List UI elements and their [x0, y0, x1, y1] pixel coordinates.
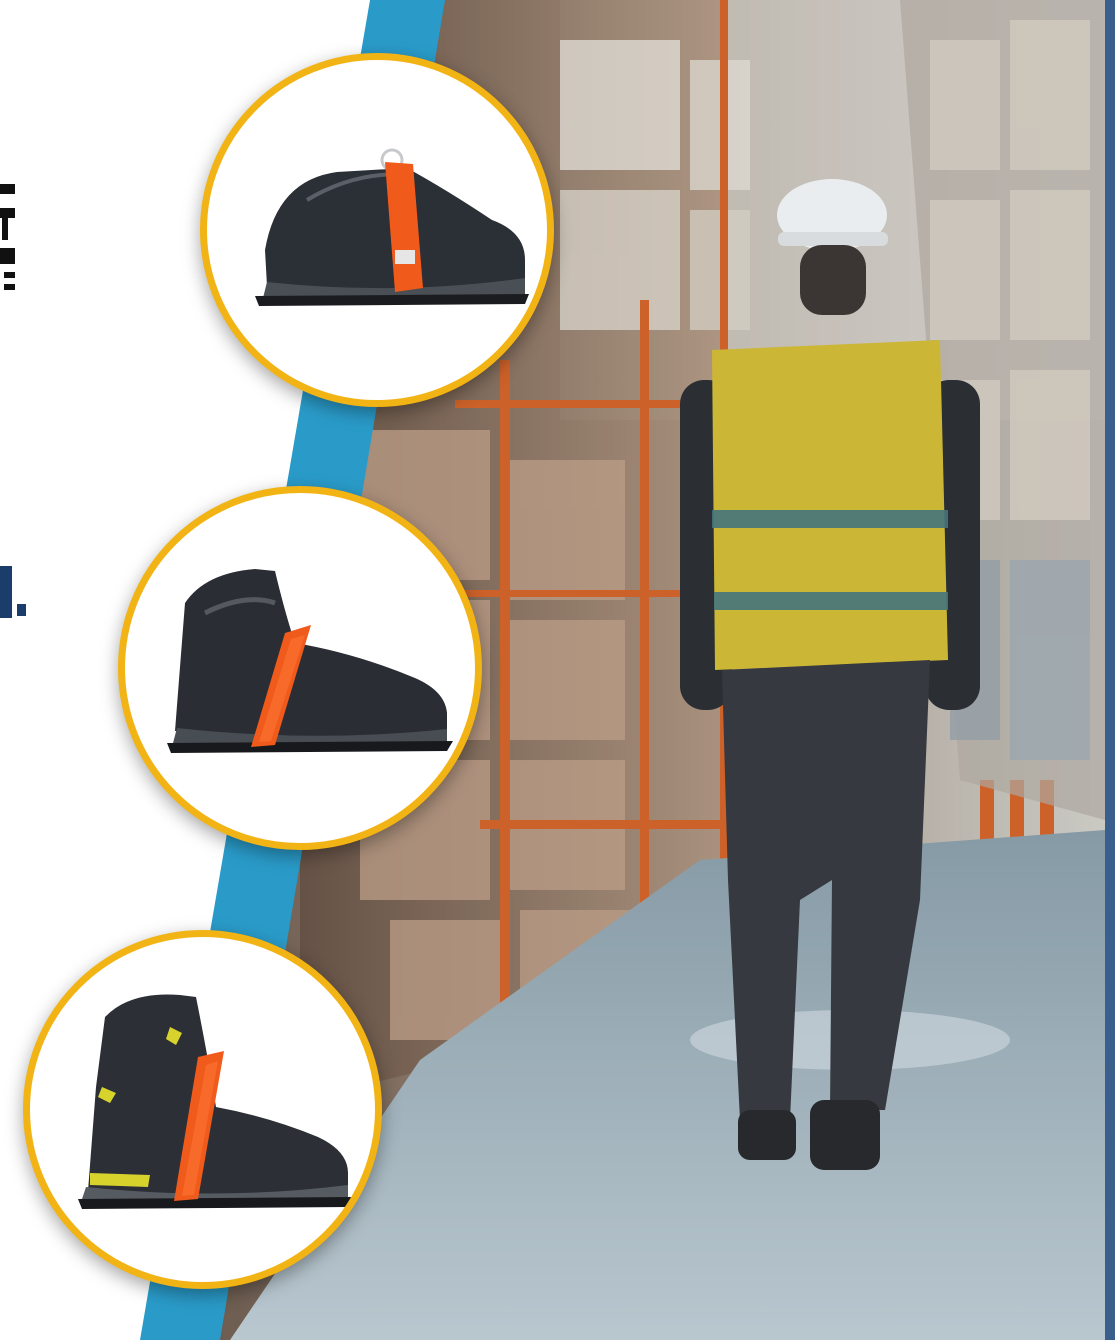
product-circle-3[interactable] [23, 930, 382, 1289]
promo-banner [0, 0, 1115, 1340]
product-circle-2[interactable] [118, 486, 482, 850]
high-cut-safety-boot-icon [78, 994, 354, 1209]
cropped-heading-punctuation [0, 566, 26, 618]
right-edge-frame [1105, 0, 1115, 1340]
mid-cut-safety-shoe-icon [167, 569, 453, 753]
cropped-heading-glyph [0, 184, 15, 290]
product-circle-1[interactable] [200, 53, 554, 407]
low-cut-safety-sneaker-icon [255, 148, 529, 306]
